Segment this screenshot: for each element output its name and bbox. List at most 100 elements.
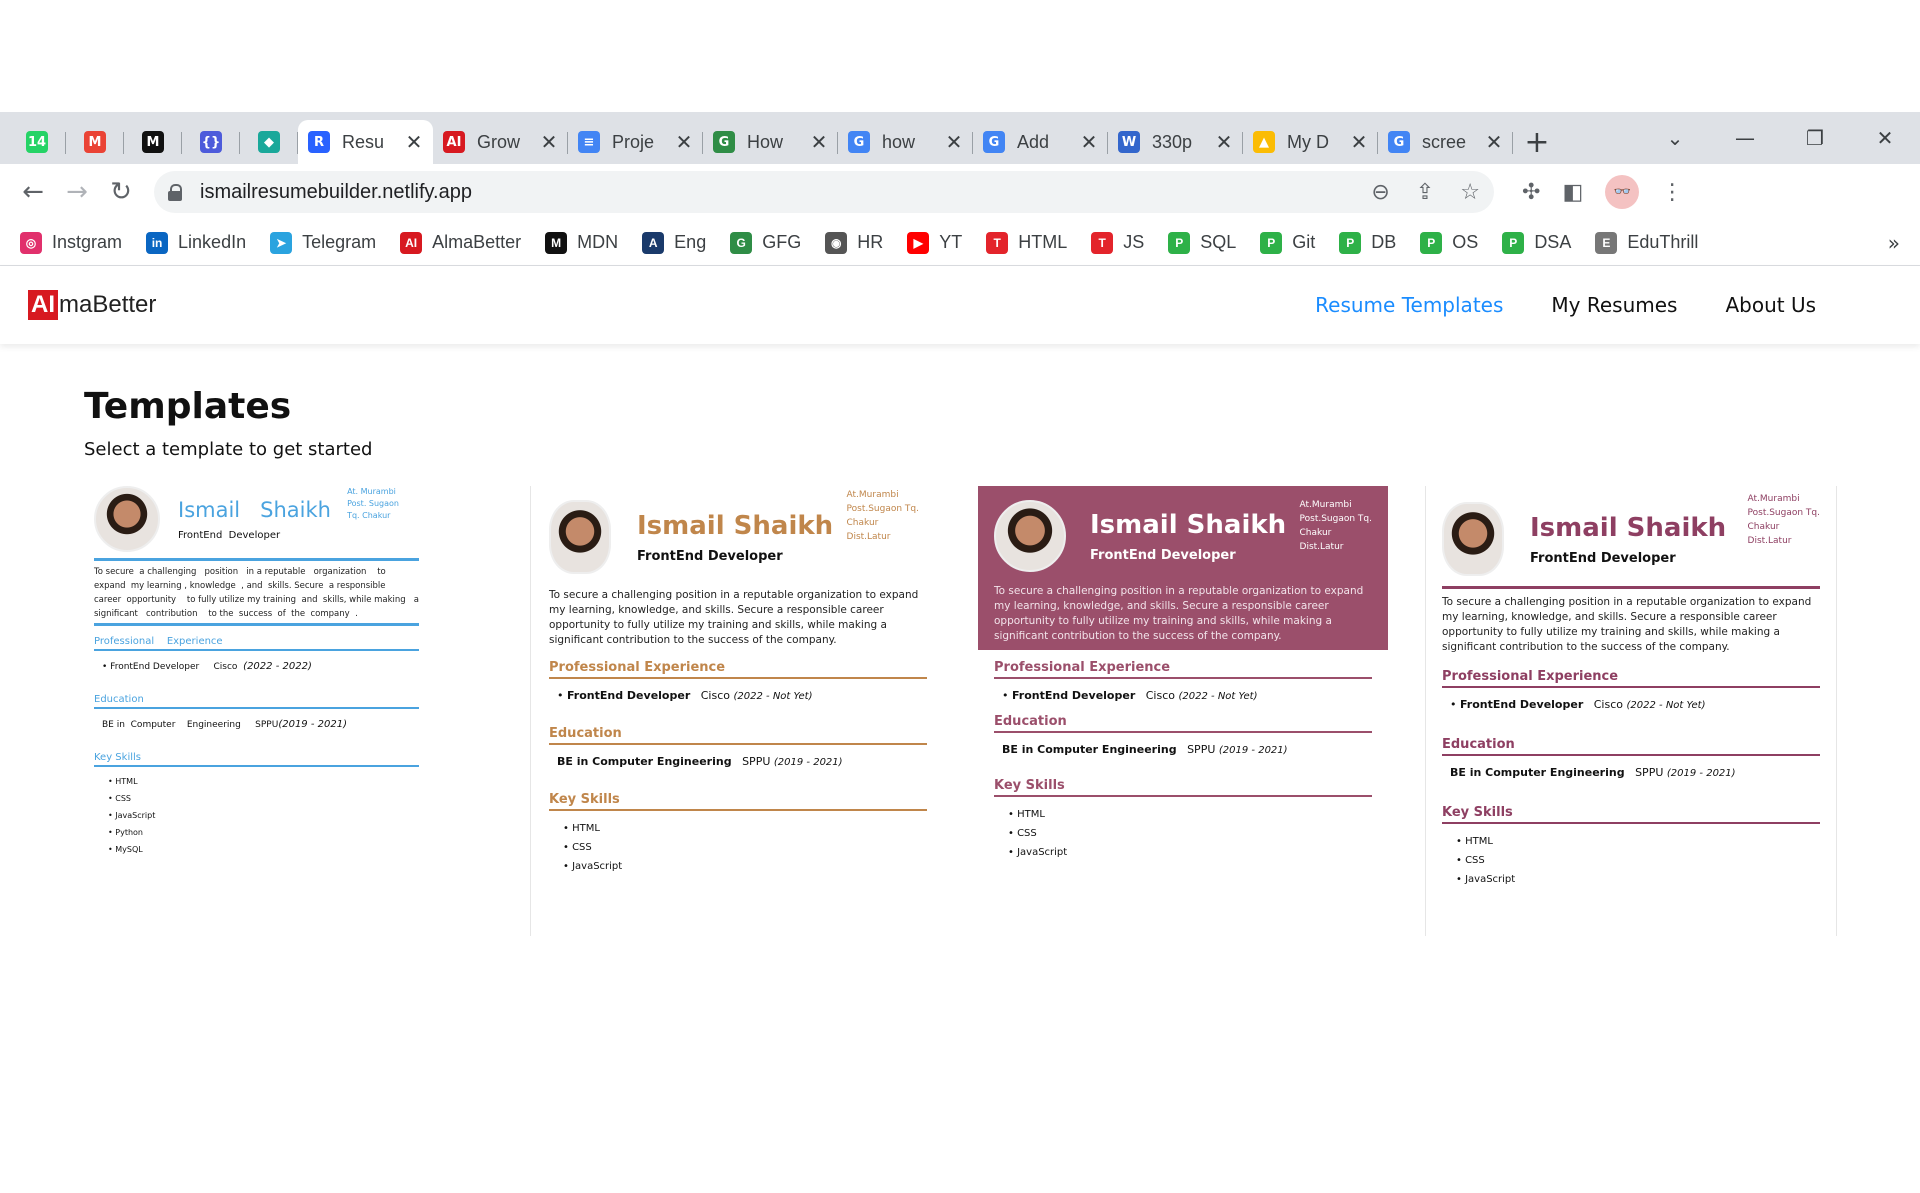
bookmark-item[interactable]: M MDN xyxy=(545,231,618,254)
skills-list: • HTML • CSS • JavaScript xyxy=(1008,809,1068,858)
bookmark-item[interactable]: G GFG xyxy=(730,231,801,254)
reload-icon[interactable]: ↻ xyxy=(100,171,142,213)
google-icon: G xyxy=(1388,131,1410,153)
tab-close-icon[interactable]: ✕ xyxy=(1350,130,1368,154)
tab-title: how xyxy=(882,131,916,152)
bookmark-item[interactable]: ▶ YT xyxy=(907,231,962,254)
extensions-icon[interactable]: ✣ xyxy=(1522,180,1540,205)
experience-item: • FrontEnd Developer Cisco (2022 - 2022) xyxy=(102,661,312,672)
browser-tab[interactable]: Gscree ✕ xyxy=(1378,120,1513,164)
browser-tab[interactable]: M xyxy=(66,120,124,164)
browser-tab[interactable]: 14 xyxy=(8,120,66,164)
bookmark-item[interactable]: T HTML xyxy=(986,231,1067,254)
browser-tab[interactable]: G Add ✕ xyxy=(973,120,1108,164)
bookmark-star-icon[interactable]: ☆ xyxy=(1460,180,1480,205)
address-bar[interactable]: ismailresumebuilder.netlify.app ⊖ ⇪ ☆ xyxy=(154,171,1494,213)
minimize-icon[interactable]: — xyxy=(1710,126,1780,150)
lock-icon[interactable] xyxy=(168,184,182,201)
tab-close-icon[interactable]: ✕ xyxy=(1080,130,1098,154)
tab-search-icon[interactable]: ⌄ xyxy=(1640,126,1710,150)
template-card-4[interactable]: Ismail Shaikh FrontEnd Developer At.Mura… xyxy=(1442,486,1820,936)
browser-tab[interactable]: ◆ xyxy=(240,120,298,164)
p-icon: P xyxy=(1260,231,1283,254)
restore-icon[interactable]: ❐ xyxy=(1780,126,1850,150)
nav-about-us[interactable]: About Us xyxy=(1725,293,1816,317)
menu-kebab-icon[interactable]: ⋮ xyxy=(1661,180,1683,205)
wiki-icon: W xyxy=(1118,131,1140,153)
browser-tab[interactable]: M xyxy=(124,120,182,164)
profile-avatar-icon[interactable]: 👓 xyxy=(1605,175,1640,209)
section-education: Education xyxy=(1442,737,1820,756)
side-panel-icon[interactable]: ◧ xyxy=(1562,180,1583,205)
tab-close-icon[interactable]: ✕ xyxy=(675,130,693,154)
bookmark-item[interactable]: P DB xyxy=(1339,231,1396,254)
url-text[interactable]: ismailresumebuilder.netlify.app xyxy=(200,181,472,204)
bookmark-item[interactable]: P OS xyxy=(1420,231,1479,254)
tab-close-icon[interactable]: ✕ xyxy=(810,130,828,154)
p-icon: P xyxy=(1339,231,1362,254)
bookmark-label: Telegram xyxy=(302,232,377,252)
browser-tab[interactable]: ▲ My D ✕ xyxy=(1243,120,1378,164)
bookmark-item[interactable]: ◉ HR xyxy=(825,231,883,254)
browser-tab[interactable]: AI Grow ✕ xyxy=(433,120,568,164)
browser-tab[interactable]: W 330p ✕ xyxy=(1108,120,1243,164)
bookmark-item[interactable]: in LinkedIn xyxy=(146,231,247,254)
bookmark-label: OS xyxy=(1452,232,1479,252)
browser-tab[interactable]: {} xyxy=(182,120,240,164)
section-education: Education xyxy=(94,694,419,709)
window-controls: ⌄ — ❐ ✕ xyxy=(1640,112,1920,164)
browser-tab[interactable]: G How ✕ xyxy=(703,120,838,164)
template-card-3[interactable]: Ismail Shaikh FrontEnd Developer At.Mura… xyxy=(978,486,1388,936)
share-icon[interactable]: ⇪ xyxy=(1416,180,1434,205)
bookmark-item[interactable]: P DSA xyxy=(1502,231,1571,254)
eduthrill-icon: E xyxy=(1595,231,1618,254)
resume-objective: To secure a challenging position in a re… xyxy=(94,567,422,619)
nav-resume-templates[interactable]: Resume Templates xyxy=(1315,293,1503,317)
tab-close-icon[interactable]: ✕ xyxy=(945,130,963,154)
zoom-icon[interactable]: ⊖ xyxy=(1371,180,1389,205)
bookmark-item[interactable]: ◎ Instgram xyxy=(20,231,123,254)
p-icon: P xyxy=(1420,231,1443,254)
tab-close-icon[interactable]: ✕ xyxy=(1215,130,1233,154)
tab-close-icon[interactable]: ✕ xyxy=(1485,130,1503,154)
template-card-2[interactable]: Ismail Shaikh FrontEnd Developer At.Mura… xyxy=(549,486,927,936)
browser-tab[interactable]: R Resu ✕ xyxy=(298,120,433,164)
browser-toolbar: ← → ↻ ismailresumebuilder.netlify.app ⊖ … xyxy=(0,164,1920,220)
bookmark-item[interactable]: E EduThrill xyxy=(1595,231,1699,254)
bookmark-item[interactable]: P Git xyxy=(1260,231,1315,254)
tab-title: How xyxy=(747,131,784,152)
resume-objective: To secure a challenging position in a re… xyxy=(549,589,919,646)
avatar xyxy=(994,500,1066,572)
back-arrow-icon[interactable]: ← xyxy=(12,171,54,213)
almabetter-logo[interactable]: AI maBetter xyxy=(28,290,156,320)
bookmark-label: SQL xyxy=(1200,232,1237,252)
education-item: BE in Computer Engineering SPPU (2019 - … xyxy=(1450,766,1736,779)
whatsapp-icon: 14 xyxy=(26,131,48,153)
skills-list: • HTML • CSS • JavaScript xyxy=(563,823,623,872)
bookmark-label: LinkedIn xyxy=(178,232,247,252)
bookmarks-overflow-icon[interactable]: » xyxy=(1888,231,1900,255)
tab-title: Proje xyxy=(612,131,655,152)
bookmark-item[interactable]: A Eng xyxy=(642,231,706,254)
bookmark-item[interactable]: AI AlmaBetter xyxy=(400,231,521,254)
bookmark-item[interactable]: P SQL xyxy=(1168,231,1237,254)
tab-separator xyxy=(1512,132,1513,154)
bookmark-label: EduThrill xyxy=(1627,232,1699,252)
forward-arrow-icon[interactable]: → xyxy=(56,171,98,213)
bookmark-label: Instgram xyxy=(52,232,123,252)
template-card-1[interactable]: Ismail Shaikh FrontEnd Developer At. Mur… xyxy=(94,486,419,936)
nav-my-resumes[interactable]: My Resumes xyxy=(1551,293,1677,317)
bookmark-item[interactable]: ➤ Telegram xyxy=(270,231,377,254)
browser-tab[interactable]: ≡ Proje ✕ xyxy=(568,120,703,164)
logo-mark: AI xyxy=(28,290,58,320)
new-tab-button[interactable]: + xyxy=(1513,120,1561,164)
docs-icon: ≡ xyxy=(578,131,600,153)
tab-close-icon[interactable]: ✕ xyxy=(405,130,423,154)
browser-tab[interactable]: Ghow ✕ xyxy=(838,120,973,164)
tab-title: scree xyxy=(1422,131,1467,152)
close-window-icon[interactable]: ✕ xyxy=(1850,126,1920,150)
bookmark-item[interactable]: T JS xyxy=(1091,231,1144,254)
tab-close-icon[interactable]: ✕ xyxy=(540,130,558,154)
linkedin-icon: in xyxy=(146,231,169,254)
mdn-icon: M xyxy=(545,231,568,254)
